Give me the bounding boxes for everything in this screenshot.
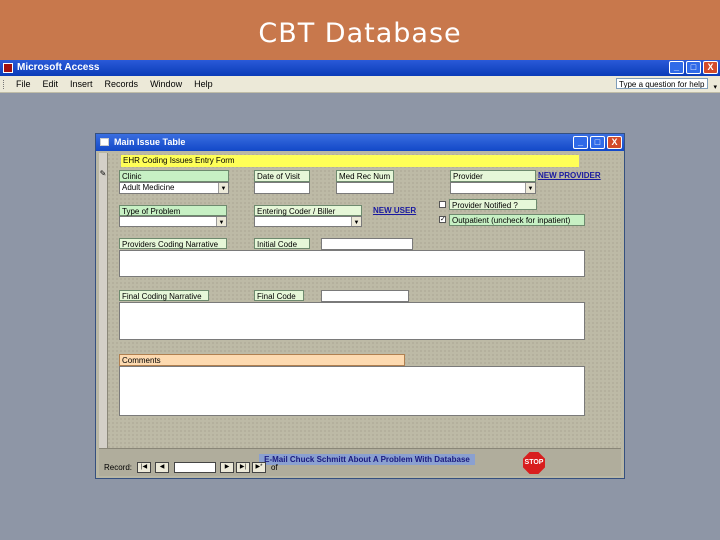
provider-label: Provider [450,170,536,182]
form-header-label: EHR Coding Issues Entry Form [121,155,579,167]
record-selector[interactable]: ✎ [99,153,108,448]
comments-textarea[interactable] [119,366,585,416]
final-narrative-textarea[interactable] [119,302,585,340]
app-window-controls: _ □ X [669,61,718,74]
form-close-button[interactable]: X [607,136,622,149]
chevron-down-icon[interactable]: ▼ [216,217,226,226]
next-record-button[interactable]: ▶ [220,462,234,473]
menu-help[interactable]: Help [188,76,219,92]
new-user-link[interactable]: NEW USER [373,206,416,215]
final-code-label: Final Code [254,290,304,301]
final-code-input[interactable] [321,290,409,302]
checkmark-icon: ✓ [440,216,446,223]
restore-button[interactable]: □ [686,61,701,74]
form-body: ✎ EHR Coding Issues Entry Form Clinic Ad… [99,153,621,476]
record-label: Record: [104,463,133,472]
provider-dropdown[interactable]: ▼ [450,182,536,194]
form-window-title: Main Issue Table [114,137,186,147]
new-record-button[interactable]: ▶* [252,462,266,473]
form-window: Main Issue Table _ □ X ✎ EHR Coding Issu… [95,133,625,479]
med-rec-num-label: Med Rec Num [336,170,394,182]
date-of-visit-label: Date of Visit [254,170,310,182]
first-record-button[interactable]: |◀ [137,462,151,473]
med-rec-num-input[interactable] [336,182,394,194]
menu-file[interactable]: File [10,76,37,92]
clinic-value: Adult Medicine [122,183,175,192]
form-minimize-button[interactable]: _ [573,136,588,149]
chevron-down-icon[interactable]: ▼ [351,217,361,226]
menu-window[interactable]: Window [144,76,188,92]
providers-narrative-textarea[interactable] [119,250,585,277]
menu-records[interactable]: Records [99,76,145,92]
menu-bar: File Edit Insert Records Window Help Typ… [0,76,720,93]
clinic-dropdown[interactable]: Adult Medicine ▼ [119,182,229,194]
final-narrative-label: Final Coding Narrative [119,290,209,301]
of-label: of [271,463,278,472]
access-key-icon [3,63,13,73]
outpatient-label: Outpatient (uncheck for inpatient) [449,214,585,226]
provider-notified-label: Provider Notified ? [449,199,537,210]
date-of-visit-input[interactable] [254,182,310,194]
clinic-label: Clinic [119,170,229,182]
minimize-button[interactable]: _ [669,61,684,74]
previous-record-button[interactable]: ◀ [155,462,169,473]
form-window-controls: _ □ X [573,136,622,149]
ask-question-input[interactable]: Type a question for help [616,78,708,89]
menu-insert[interactable]: Insert [64,76,99,92]
type-of-problem-label: Type of Problem [119,205,227,216]
outpatient-checkbox[interactable]: ✓ [439,216,446,223]
initial-code-input[interactable] [321,238,413,250]
entering-coder-label: Entering Coder / Biller [254,205,362,216]
last-record-button[interactable]: ▶| [236,462,250,473]
initial-code-label: Initial Code [254,238,310,249]
menu-edit[interactable]: Edit [37,76,65,92]
chevron-down-icon[interactable]: ▼ [218,183,228,193]
close-button[interactable]: X [703,61,718,74]
app-title: Microsoft Access [17,62,100,73]
provider-notified-checkbox[interactable] [439,201,446,208]
pencil-icon: ✎ [99,169,107,178]
app-title-bar: Microsoft Access _ □ X [0,60,720,76]
form-title-bar: Main Issue Table _ □ X [96,134,624,151]
form-restore-button[interactable]: □ [590,136,605,149]
new-provider-link[interactable]: NEW PROVIDER [538,171,601,180]
type-of-problem-dropdown[interactable]: ▼ [119,216,227,227]
slide-title: CBT Database [0,0,720,60]
record-number-input[interactable] [174,462,216,473]
entering-coder-dropdown[interactable]: ▼ [254,216,362,227]
form-icon [100,138,109,146]
record-navigation-bar: Record: |◀ ◀ ▶ ▶| ▶* of [99,461,621,475]
providers-narrative-label: Providers Coding Narrative [119,238,227,249]
comments-label: Comments [119,354,405,366]
toolbar-grip-icon[interactable] [3,80,6,89]
chevron-down-icon[interactable]: ▼ [525,183,535,193]
